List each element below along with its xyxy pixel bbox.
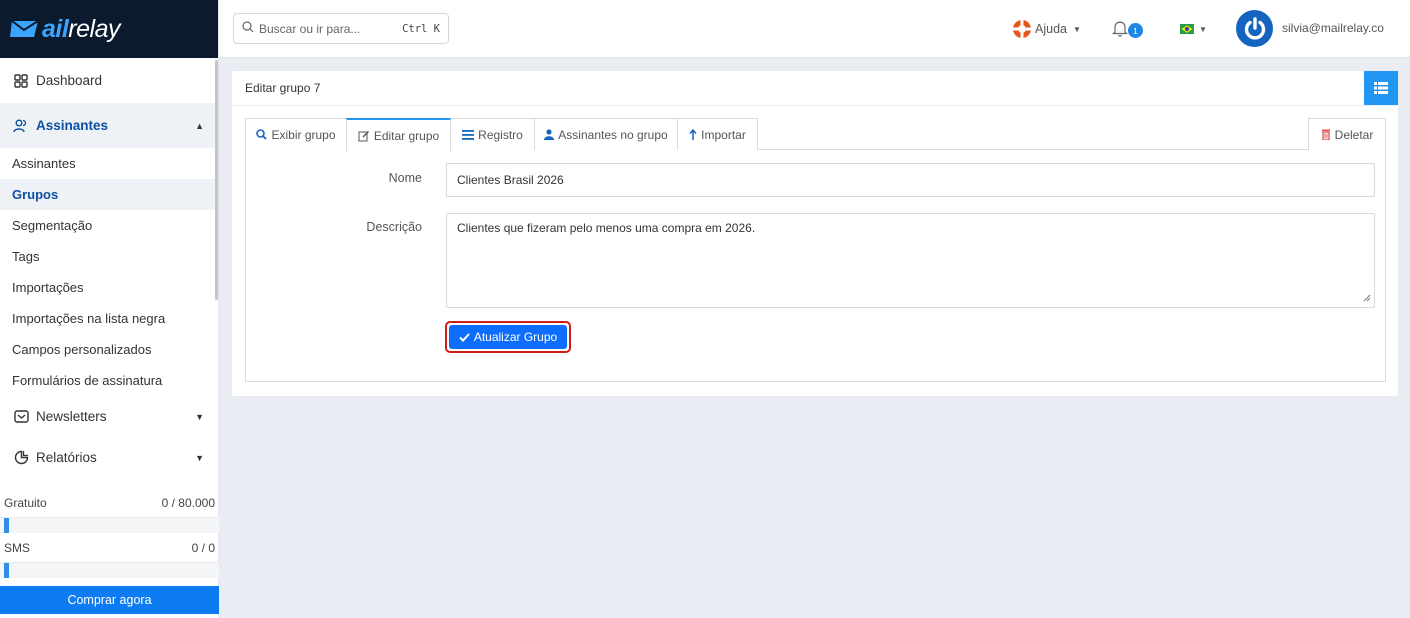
topbar: Ctrl K Ajuda ▼ 1 ▼ silvia@mailrelay.co bbox=[219, 0, 1410, 58]
quota-email-progress bbox=[0, 518, 219, 533]
logo-text-relay: relay bbox=[68, 14, 120, 43]
tab-label: Editar grupo bbox=[373, 128, 440, 143]
progress-fill bbox=[4, 518, 9, 533]
sidebar-item-reports[interactable]: Relatórios ▼ bbox=[0, 437, 218, 478]
sidebar-item-custom-fields[interactable]: Campos personalizados bbox=[0, 334, 218, 365]
lines-icon bbox=[462, 129, 475, 140]
check-icon bbox=[459, 332, 470, 342]
tab-group-subscribers[interactable]: Assinantes no grupo bbox=[534, 118, 678, 150]
tab-label: Assinantes no grupo bbox=[558, 127, 668, 142]
sidebar-item-label: Dashboard bbox=[36, 73, 103, 88]
envelope-logo-icon bbox=[10, 20, 39, 37]
quota-sms-value: 0 / 0 bbox=[191, 540, 215, 555]
sidebar-section-subscribers[interactable]: Assinantes ▲ bbox=[0, 103, 218, 148]
mailrelay-logo[interactable]: ail relay bbox=[10, 15, 120, 44]
caret-down-icon: ▼ bbox=[195, 411, 204, 422]
edit-group-panel: Editar grupo 7 Exibir grupo Editar grupo… bbox=[232, 71, 1398, 396]
sidebar-item-subscribers[interactable]: Assinantes bbox=[0, 148, 218, 179]
resize-handle-icon[interactable] bbox=[1363, 291, 1371, 305]
arrow-up-icon bbox=[689, 129, 697, 140]
quota-sms-progress bbox=[0, 563, 219, 578]
user-icon bbox=[544, 129, 555, 140]
help-menu[interactable]: Ajuda ▼ bbox=[1012, 19, 1081, 39]
logo-bar: ail relay bbox=[0, 0, 218, 58]
sidebar-item-signup-forms[interactable]: Formulários de assinatura bbox=[0, 365, 218, 396]
user-avatar[interactable] bbox=[1236, 10, 1273, 47]
page-title: Editar grupo 7 bbox=[245, 81, 321, 95]
search-input[interactable] bbox=[259, 21, 379, 36]
sidebar-item-label: Assinantes bbox=[36, 118, 109, 133]
caret-up-icon: ▲ bbox=[195, 120, 204, 131]
notification-badge: 1 bbox=[1128, 23, 1143, 38]
sidebar-item-label: Relatórios bbox=[36, 450, 97, 465]
users-icon bbox=[12, 117, 30, 135]
search-shortcut: Ctrl K bbox=[402, 22, 440, 35]
grid-icon bbox=[12, 72, 30, 90]
search-icon bbox=[242, 21, 254, 36]
tab-view-group[interactable]: Exibir grupo bbox=[245, 118, 347, 150]
sidebar: ail relay Dashboard Assinantes ▲ Assinant… bbox=[0, 0, 219, 618]
caret-down-icon: ▼ bbox=[1199, 25, 1207, 34]
description-text: Clientes que fizeram pelo menos uma comp… bbox=[457, 221, 756, 235]
language-selector[interactable]: ▼ bbox=[1180, 22, 1207, 37]
progress-fill bbox=[4, 563, 9, 578]
tab-label: Deletar bbox=[1334, 127, 1374, 142]
sidebar-item-label: Newsletters bbox=[36, 409, 107, 424]
sidebar-scrollbar[interactable] bbox=[215, 60, 218, 300]
update-group-button-highlight: Atualizar Grupo bbox=[445, 321, 571, 353]
bell-icon bbox=[1112, 19, 1128, 40]
help-label: Ajuda bbox=[1035, 22, 1067, 36]
sidebar-item-dashboard[interactable]: Dashboard bbox=[0, 58, 218, 103]
brazil-flag-icon bbox=[1180, 22, 1194, 37]
zoom-icon bbox=[256, 129, 268, 140]
list-view-button[interactable] bbox=[1364, 71, 1398, 105]
trash-icon bbox=[1321, 129, 1331, 140]
sidebar-item-tags[interactable]: Tags bbox=[0, 241, 218, 272]
search-box[interactable]: Ctrl K bbox=[233, 13, 449, 44]
quota-email: Gratuito 0 / 80.000 bbox=[0, 488, 219, 533]
quota-sms-row: SMS 0 / 0 bbox=[0, 533, 219, 563]
user-email[interactable]: silvia@mailrelay.co bbox=[1282, 21, 1410, 35]
update-group-label: Atualizar Grupo bbox=[473, 330, 558, 344]
caret-down-icon: ▼ bbox=[1072, 24, 1081, 34]
quota-sms-label: SMS bbox=[4, 540, 31, 555]
tab-import[interactable]: Importar bbox=[677, 118, 758, 150]
sidebar-item-segmentation[interactable]: Segmentação bbox=[0, 210, 218, 241]
pie-chart-icon bbox=[12, 449, 30, 467]
name-field[interactable]: Clientes Brasil 2026 bbox=[446, 163, 1375, 197]
description-label: Descrição bbox=[366, 220, 422, 234]
tab-label: Importar bbox=[701, 127, 746, 142]
lifebuoy-icon bbox=[1012, 19, 1032, 39]
quota-email-label: Gratuito bbox=[4, 495, 47, 510]
caret-down-icon: ▼ bbox=[195, 452, 204, 463]
notifications-button[interactable]: 1 bbox=[1112, 17, 1148, 41]
power-icon bbox=[1242, 16, 1268, 42]
update-group-button[interactable]: Atualizar Grupo bbox=[449, 325, 567, 349]
logo-text-ail: ail bbox=[42, 14, 69, 43]
tab-delete[interactable]: Deletar bbox=[1308, 118, 1386, 150]
tab-edit-group[interactable]: Editar grupo bbox=[346, 118, 451, 151]
tab-label: Exibir grupo bbox=[271, 127, 336, 142]
quota-sms: SMS 0 / 0 bbox=[0, 533, 219, 578]
envelope-icon bbox=[12, 408, 30, 426]
edit-group-form: Nome Clientes Brasil 2026 Descrição Clie… bbox=[245, 150, 1386, 382]
quota-email-row: Gratuito 0 / 80.000 bbox=[0, 488, 219, 518]
list-icon bbox=[1374, 82, 1388, 94]
tab-label: Registro bbox=[478, 127, 523, 142]
sidebar-item-imports[interactable]: Importações bbox=[0, 272, 218, 303]
buy-now-button[interactable]: Comprar agora bbox=[0, 586, 219, 614]
sidebar-item-groups[interactable]: Grupos bbox=[0, 179, 218, 210]
group-tabs: Exibir grupo Editar grupo Registro Assin… bbox=[245, 118, 1386, 151]
tab-log[interactable]: Registro bbox=[450, 118, 535, 150]
panel-header: Editar grupo 7 bbox=[232, 71, 1398, 106]
edit-icon bbox=[358, 130, 370, 142]
description-field[interactable]: Clientes que fizeram pelo menos uma comp… bbox=[446, 213, 1375, 308]
sidebar-item-blacklist-imports[interactable]: Importações na lista negra bbox=[0, 303, 218, 334]
sidebar-item-newsletters[interactable]: Newsletters ▼ bbox=[0, 396, 218, 437]
quota-email-value: 0 / 80.000 bbox=[161, 495, 215, 510]
name-label: Nome bbox=[388, 171, 422, 185]
